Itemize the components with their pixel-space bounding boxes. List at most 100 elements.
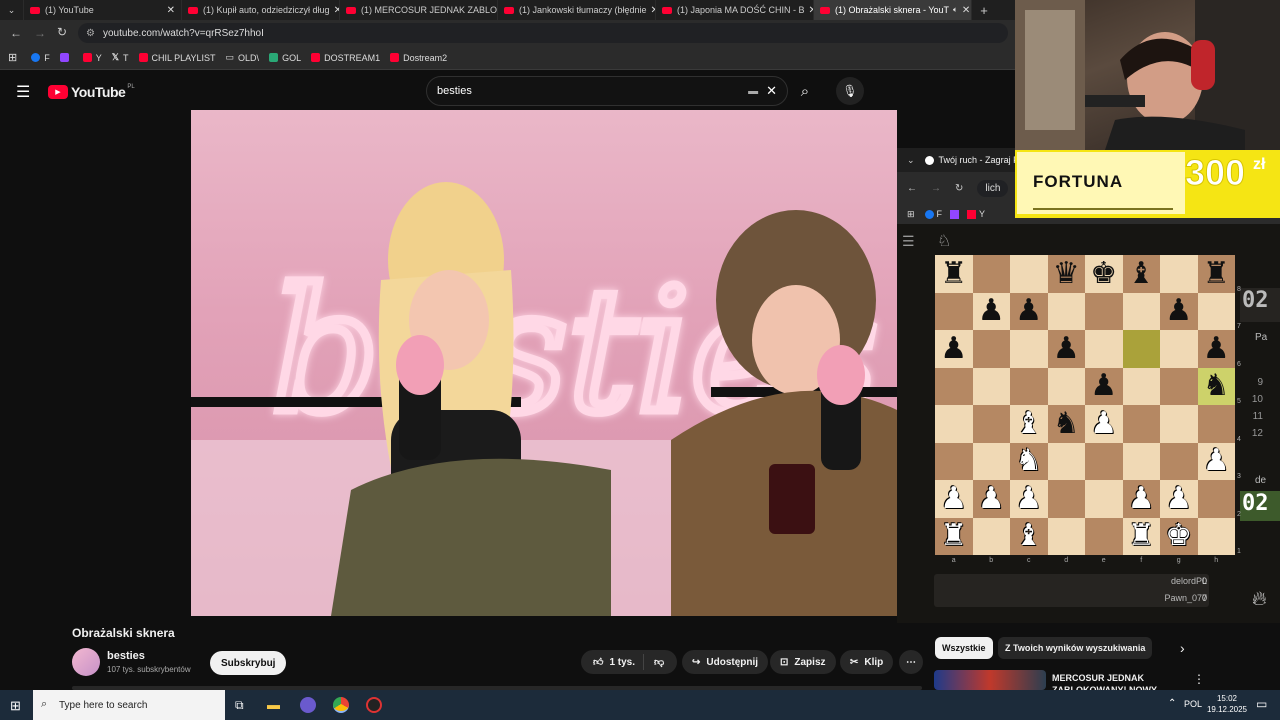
board-square-g1[interactable]: ♚ (1160, 517, 1198, 555)
reload-icon[interactable]: ↻ (57, 25, 67, 39)
board-square-b5[interactable] (972, 367, 1010, 405)
hamburger-menu-icon[interactable]: ☰ (902, 233, 915, 250)
dislike-button[interactable]: 👎︎ (644, 656, 674, 668)
back-arrow-icon[interactable]: ← (907, 183, 917, 194)
board-square-h4[interactable] (1197, 405, 1235, 443)
forward-arrow-icon[interactable]: → (34, 26, 46, 40)
close-icon[interactable]: ✕ (805, 5, 813, 16)
black-queen-piece[interactable]: ♛ (1053, 258, 1080, 289)
save-button[interactable]: ⊡ Zapisz (770, 650, 836, 674)
board-square-g6[interactable] (1160, 330, 1198, 368)
board-square-d4[interactable]: ♞ (1047, 405, 1085, 443)
board-square-g3[interactable] (1160, 442, 1198, 480)
board-square-g8[interactable] (1160, 255, 1198, 293)
board-square-d1[interactable] (1047, 517, 1085, 555)
board-square-b3[interactable] (972, 442, 1010, 480)
board-square-b8[interactable] (972, 255, 1010, 293)
browser-tab[interactable]: (1) Jankowski tłumaczy (błędnie✕ (498, 0, 656, 20)
address-bar[interactable]: ⚙ youtube.com/watch?v=qrRSez7hhoI (78, 23, 1008, 43)
forward-arrow-icon[interactable]: → (931, 183, 941, 194)
bookmark-item[interactable]: DOSTREAM1 (311, 53, 380, 63)
board-square-e4[interactable]: ♟ (1085, 405, 1123, 443)
windows-start-icon[interactable]: ⊞ (10, 698, 21, 714)
bookmark-item[interactable]: Y (82, 53, 102, 63)
apps-grid-icon[interactable]: ⊞ (8, 51, 17, 64)
board-square-g2[interactable]: ♟ (1160, 480, 1198, 518)
new-tab-button[interactable]: + (972, 0, 996, 20)
board-square-c8[interactable] (1010, 255, 1048, 293)
clear-search-icon[interactable]: ✕ (766, 83, 777, 99)
like-button[interactable]: 👍︎ 1 tys. (581, 654, 645, 670)
white-rook-piece[interactable]: ♜ (1128, 521, 1155, 551)
black-pawn-piece[interactable]: ♟ (1090, 371, 1117, 401)
board-square-g4[interactable] (1160, 405, 1198, 443)
black-pawn-piece[interactable]: ♟ (1165, 296, 1192, 326)
taskbar-search-input[interactable]: ⌕ Type here to search (33, 690, 225, 720)
board-square-f3[interactable] (1122, 442, 1160, 480)
board-square-h7[interactable] (1197, 292, 1235, 330)
white-pawn-piece[interactable]: ♟ (978, 483, 1005, 514)
tab-list-button[interactable]: ⌄ (0, 0, 24, 20)
white-bishop-piece[interactable]: ♝ (1015, 521, 1042, 551)
close-icon[interactable]: ✕ (647, 5, 655, 16)
black-knight-piece[interactable]: ♞ (1203, 371, 1230, 401)
browser-tab[interactable]: (1) YouTube ✕ (24, 0, 182, 20)
white-pawn-piece[interactable]: ♟ (1128, 483, 1155, 514)
clip-button[interactable]: ✂ Klip (840, 650, 894, 674)
bookmark-item[interactable]: F (31, 53, 50, 63)
chrome-icon[interactable] (333, 697, 349, 713)
board-square-e8[interactable]: ♚ (1085, 255, 1123, 293)
black-pawn-piece[interactable]: ♟ (1015, 296, 1042, 326)
board-square-d7[interactable] (1047, 292, 1085, 330)
board-square-h1[interactable] (1197, 517, 1235, 555)
chevron-down-icon[interactable]: ⌄ (907, 155, 915, 166)
white-pawn-piece[interactable]: ♟ (1015, 483, 1042, 514)
board-square-g5[interactable] (1160, 367, 1198, 405)
board-square-d2[interactable] (1047, 480, 1085, 518)
chess-board[interactable]: ♜ ♛ ♚ ♝ ♜ ♟ ♟ ♟ ♟ ♟ ♟ ♟ ♞ ♝ ♞ ♟ ♞ ♟ ♟ ♟ ♟ ♟ ♟ ♜ ♝ ♜ ♚ (935, 255, 1235, 555)
board-square-f2[interactable]: ♟ (1122, 480, 1160, 518)
board-square-e5[interactable]: ♟ (1085, 367, 1123, 405)
board-square-g7[interactable]: ♟ (1160, 292, 1198, 330)
board-square-b2[interactable]: ♟ (972, 480, 1010, 518)
notification-icon[interactable]: ▭ (1256, 697, 1267, 711)
close-icon[interactable]: ✕ (163, 5, 175, 16)
fortuna-ad-banner[interactable]: FORTUNA 300 zł (1015, 150, 1280, 218)
board-square-c3[interactable]: ♞ (1010, 442, 1048, 480)
search-input[interactable]: besties ▬ ✕ (426, 76, 788, 106)
board-square-b1[interactable] (972, 517, 1010, 555)
board-square-h3[interactable]: ♟ (1197, 442, 1235, 480)
browser-tab[interactable]: (1) MERCOSUR JEDNAK ZABLOKO✕ (340, 0, 498, 20)
bookmark-item[interactable]: 𝕏T (112, 52, 129, 63)
browser-tab[interactable]: (1) Japonia MA DOŚĆ CHIN - B✕ (656, 0, 814, 20)
bookmark-item[interactable]: GOL (269, 53, 301, 63)
subscribe-button[interactable]: Subskrybuj (210, 651, 287, 675)
board-square-e1[interactable] (1085, 517, 1123, 555)
board-square-c7[interactable]: ♟ (1010, 292, 1048, 330)
more-vertical-icon[interactable]: ⋮ (1193, 672, 1205, 686)
black-knight-piece[interactable]: ♞ (1053, 408, 1080, 439)
file-explorer-icon[interactable]: ▬ (267, 697, 280, 712)
clock[interactable]: 15:02 19.12.2025 (1206, 693, 1248, 715)
board-square-a1[interactable]: ♜ (935, 517, 973, 555)
board-square-f4[interactable] (1122, 405, 1160, 443)
lichess-tab[interactable]: Twój ruch - Zagraj P (939, 155, 1020, 165)
recommendation-thumbnail[interactable] (934, 670, 1046, 690)
browser-tab-active[interactable]: (1) Obrażalski sknera - YouT 🔈︎ ✕ (814, 0, 972, 20)
board-square-c5[interactable] (1010, 367, 1048, 405)
board-square-d5[interactable] (1047, 367, 1085, 405)
voice-search-button[interactable]: 🎙︎ (836, 77, 864, 105)
input-language[interactable]: POL (1184, 699, 1202, 709)
more-actions-button[interactable]: ⋯ (899, 650, 923, 674)
board-square-f8[interactable]: ♝ (1122, 255, 1160, 293)
close-icon[interactable]: ✕ (330, 5, 339, 16)
board-square-e3[interactable] (1085, 442, 1123, 480)
bookmark-folder[interactable]: ▭ OLD\ (226, 52, 260, 63)
obs-icon[interactable] (366, 697, 382, 713)
back-arrow-icon[interactable]: ← (10, 26, 22, 40)
board-square-c4[interactable]: ♝ (1010, 405, 1048, 443)
board-square-a4[interactable] (935, 405, 973, 443)
black-rook-piece[interactable]: ♜ (1203, 258, 1230, 289)
board-square-f1[interactable]: ♜ (1122, 517, 1160, 555)
youtube-logo[interactable]: ▶ YouTube PL (48, 84, 135, 100)
